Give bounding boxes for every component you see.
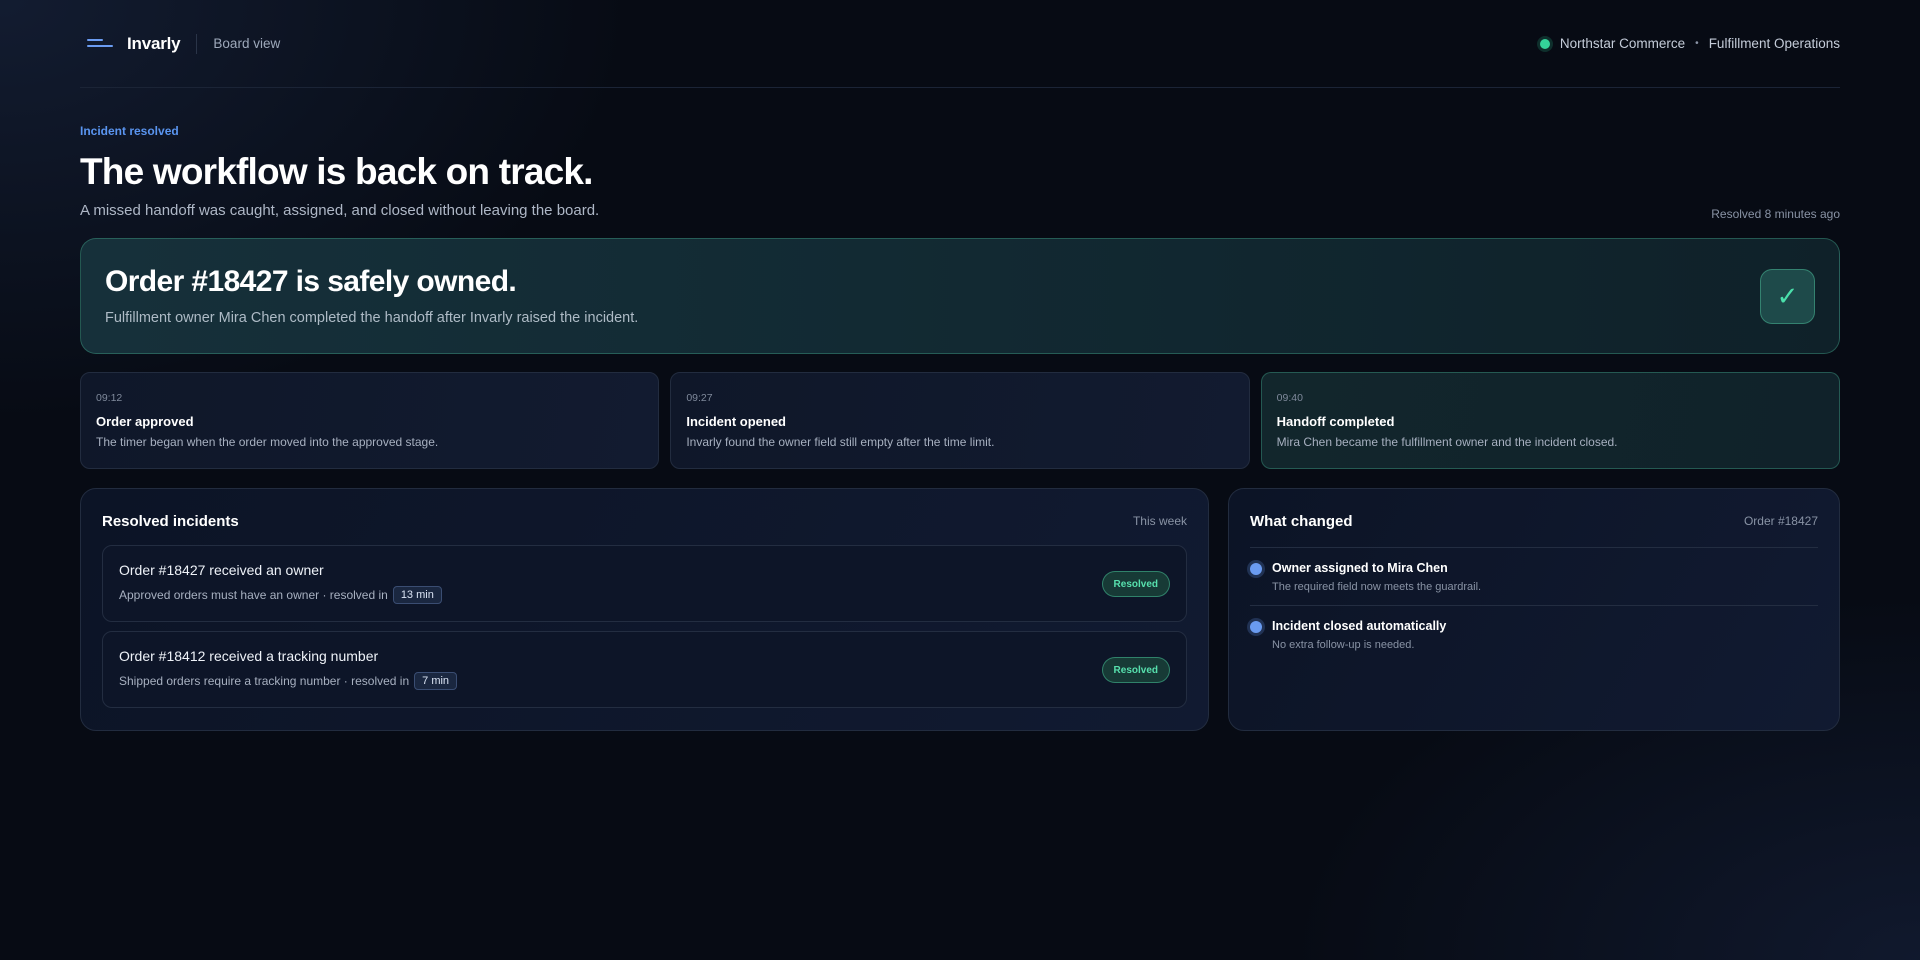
brand-divider [196, 33, 198, 54]
lower-panels: Resolved incidents This week Order #1842… [80, 488, 1840, 731]
timeline-desc: Mira Chen became the fulfillment owner a… [1276, 435, 1618, 449]
change-item: Owner assigned to Mira Chen The required… [1250, 548, 1818, 605]
incident-desc: Approved orders must have an owner · res… [119, 588, 388, 602]
timeline-card: 09:40 Handoff completed Mira Chen became… [1260, 372, 1840, 469]
status-badge: Resolved [1101, 571, 1170, 597]
hero-eyebrow: Incident resolved [80, 124, 179, 138]
resolved-incidents-panel: Resolved incidents This week Order #1842… [80, 488, 1209, 731]
resolution-banner: Order #18427 is safely owned. Fulfillmen… [80, 238, 1840, 354]
duration-chip: 13 min [392, 586, 442, 604]
workspace-separator: • [1695, 38, 1699, 49]
change-title: Incident closed automatically [1272, 619, 1447, 633]
what-changed-panel: What changed Order #18427 Owner assigned… [1228, 488, 1840, 731]
panel-period[interactable]: This week [1133, 514, 1187, 528]
panel-title: What changed [1250, 512, 1353, 530]
timeline-time: 09:12 [96, 392, 123, 404]
resolved-time: Resolved 8 minutes ago [1711, 207, 1840, 221]
change-item: Incident closed automatically No extra f… [1250, 605, 1818, 663]
timeline-desc: The timer began when the order moved int… [96, 435, 439, 449]
page: Invarly Board view Northstar Commerce • … [80, 0, 1840, 731]
incident-row[interactable]: Order #18427 received an owner Approved … [102, 545, 1187, 622]
panel-title: Resolved incidents [102, 512, 239, 530]
timeline-time: 09:27 [686, 392, 713, 404]
hero: Incident resolved The workflow is back o… [80, 124, 1840, 221]
timeline-time: 09:40 [1276, 392, 1303, 404]
timeline-title: Incident opened [686, 414, 786, 429]
timeline-card: 09:12 Order approved The timer began whe… [80, 372, 660, 469]
brand-name[interactable]: Invarly [127, 34, 181, 54]
timeline: 09:12 Order approved The timer began whe… [80, 372, 1840, 469]
bullet-dot-icon [1250, 563, 1262, 575]
status-dot-icon [1539, 38, 1550, 49]
timeline-title: Handoff completed [1276, 414, 1395, 429]
timeline-title: Order approved [96, 414, 194, 429]
brand: Invarly Board view [80, 33, 280, 54]
duration-chip: 7 min [414, 672, 458, 690]
workspace-indicator[interactable]: Northstar Commerce • Fulfillment Operati… [1539, 36, 1840, 51]
page-title: The workflow is back on track. [80, 151, 593, 192]
change-list: Owner assigned to Mira Chen The required… [1250, 547, 1818, 663]
incident-desc: Shipped orders require a tracking number… [119, 674, 410, 688]
incident-title: Order #18427 received an owner [119, 562, 324, 578]
timeline-card: 09:27 Incident opened Invarly found the … [670, 372, 1250, 469]
change-title: Owner assigned to Mira Chen [1272, 561, 1448, 575]
top-bar: Invarly Board view Northstar Commerce • … [80, 0, 1840, 88]
view-label[interactable]: Board view [213, 36, 280, 51]
banner-title: Order #18427 is safely owned. [105, 265, 517, 298]
workspace-company: Northstar Commerce [1559, 36, 1686, 51]
change-desc: No extra follow-up is needed. [1272, 639, 1415, 651]
menu-icon[interactable] [87, 37, 113, 51]
status-badge: Resolved [1101, 657, 1170, 683]
incident-title: Order #18412 received a tracking number [119, 648, 379, 664]
order-reference[interactable]: Order #18427 [1744, 514, 1818, 528]
banner-subtitle: Fulfillment owner Mira Chen completed th… [105, 310, 639, 326]
timeline-desc: Invarly found the owner field still empt… [686, 435, 995, 449]
bullet-dot-icon [1250, 621, 1262, 633]
change-desc: The required field now meets the guardra… [1272, 581, 1482, 593]
check-icon: ✓ [1760, 269, 1815, 324]
incident-row[interactable]: Order #18412 received a tracking number … [102, 631, 1187, 708]
hero-subtitle: A missed handoff was caught, assigned, a… [80, 202, 600, 219]
workspace-team: Fulfillment Operations [1708, 36, 1840, 51]
